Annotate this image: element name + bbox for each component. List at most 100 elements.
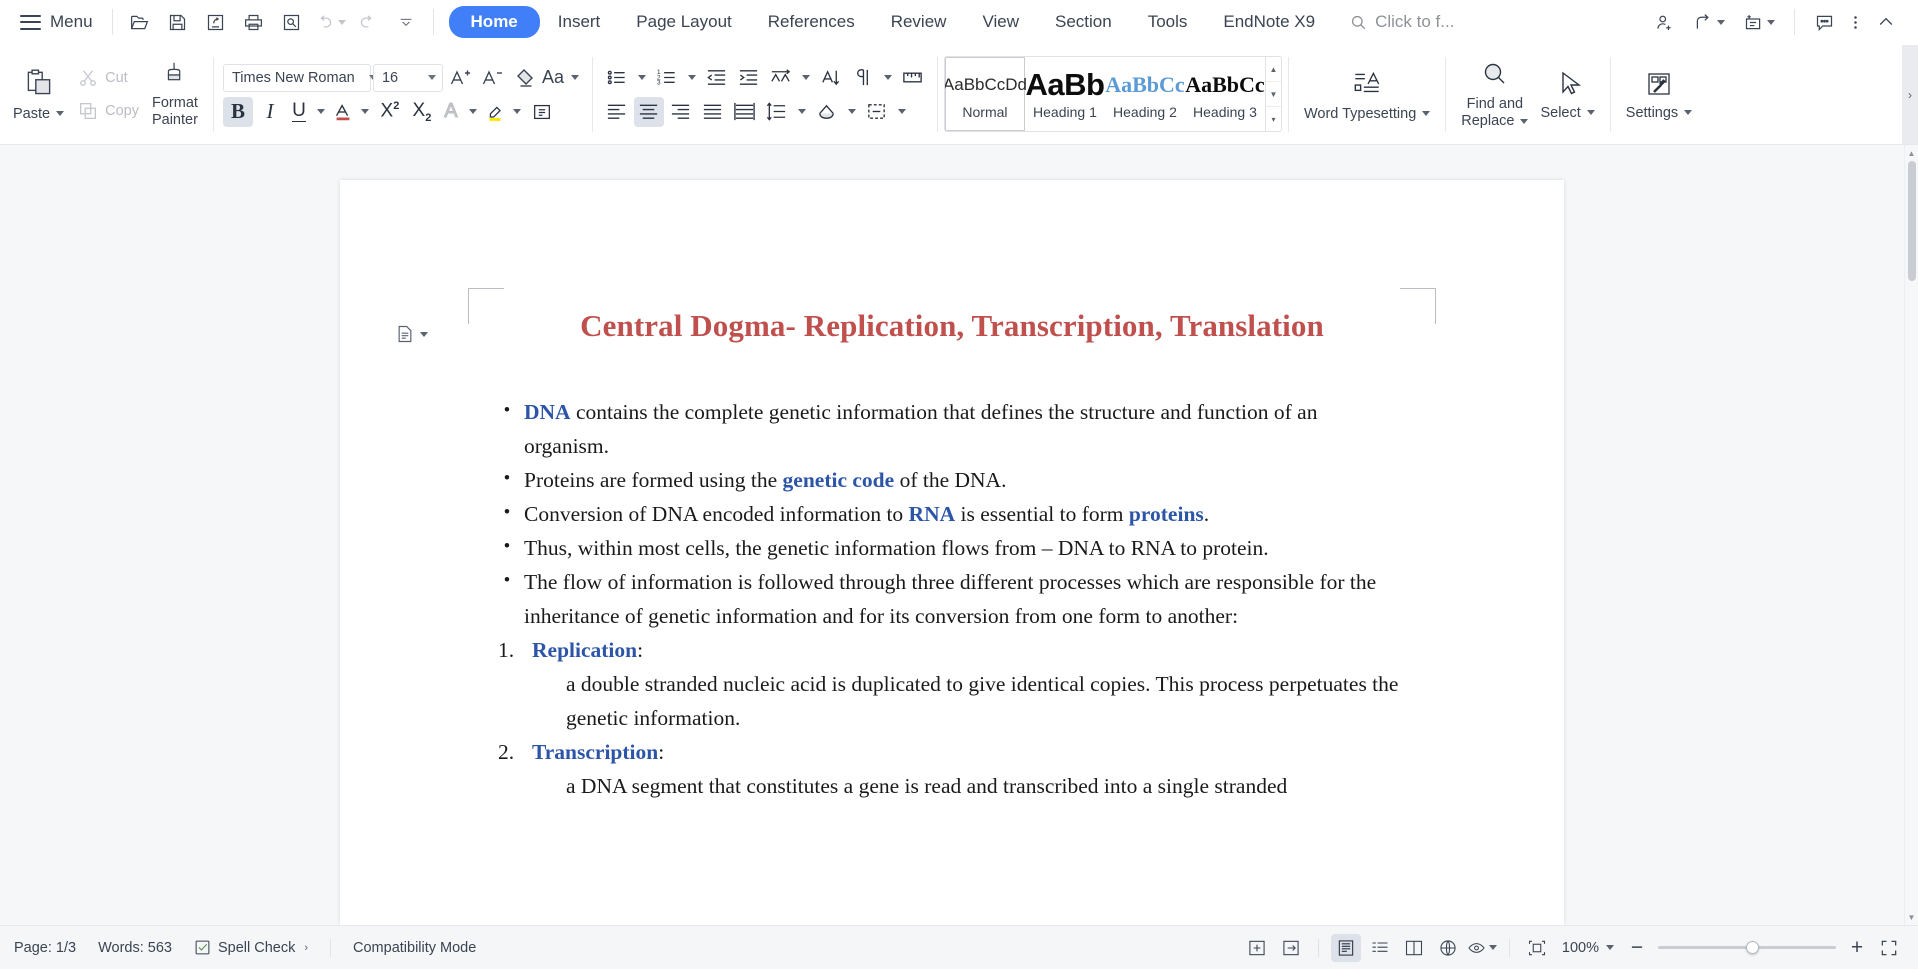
numbered-list-button[interactable]: 123	[652, 63, 700, 93]
text-effects-button[interactable]: A	[439, 97, 481, 127]
subscript-button[interactable]: X2	[407, 97, 437, 127]
paragraph[interactable]: a DNA segment that constitutes a gene is…	[490, 770, 1404, 804]
style-heading-1[interactable]: AaBb Heading 1	[1025, 57, 1105, 131]
align-left-button[interactable]	[602, 97, 632, 127]
share-user-icon[interactable]	[1646, 4, 1683, 40]
numbered-list-item[interactable]: 1. Replication:	[490, 634, 1404, 668]
scrollbar-thumb[interactable]	[1907, 161, 1916, 281]
track-changes-icon[interactable]	[1276, 934, 1306, 962]
redo-icon[interactable]	[350, 5, 386, 39]
ribbon-expand-button[interactable]: ›	[1902, 45, 1918, 144]
eye-protection-button[interactable]	[1467, 934, 1497, 962]
text-box-button[interactable]	[527, 97, 557, 127]
superscript-button[interactable]: X2	[375, 97, 405, 127]
open-folder-icon[interactable]	[122, 5, 158, 39]
highlight-button[interactable]	[483, 97, 525, 127]
fit-page-button[interactable]	[1522, 934, 1552, 962]
collapse-ribbon-icon[interactable]	[1868, 4, 1904, 40]
ruler-button[interactable]	[898, 63, 928, 93]
style-heading-3[interactable]: AaBbCc Heading 3	[1185, 57, 1265, 131]
tab-view[interactable]: View	[964, 6, 1037, 38]
numbered-list-item[interactable]: 2. Transcription:	[490, 736, 1404, 770]
print-preview-icon[interactable]	[274, 5, 310, 39]
align-center-button[interactable]	[633, 96, 664, 127]
chevron-down-icon[interactable]	[1586, 110, 1595, 116]
tab-page-layout[interactable]: Page Layout	[618, 6, 749, 38]
tab-endnote-x9[interactable]: EndNote X9	[1205, 6, 1333, 38]
scrollbar-track[interactable]	[1905, 161, 1918, 909]
distributed-alignment-button[interactable]	[766, 63, 814, 93]
tab-home[interactable]: Home	[448, 6, 540, 38]
search-input[interactable]: Click to f...	[1349, 12, 1454, 32]
save-icon[interactable]	[160, 5, 196, 39]
undo-dropdown-icon[interactable]	[337, 19, 346, 25]
grow-font-button[interactable]	[445, 63, 475, 93]
bold-button[interactable]: B	[222, 96, 253, 127]
justify-button[interactable]	[698, 97, 728, 127]
new-note-icon[interactable]	[1735, 4, 1783, 40]
styles-scroll-up-button[interactable]: ▲	[1266, 57, 1281, 81]
style-normal[interactable]: AaBbCcDd Normal	[944, 57, 1027, 131]
zoom-slider[interactable]	[1658, 934, 1836, 962]
chevron-down-icon[interactable]	[1488, 945, 1497, 950]
show-formatting-marks-button[interactable]	[848, 63, 896, 93]
find-and-replace-button[interactable]: Find and Replace	[1455, 52, 1534, 138]
document-page[interactable]: Central Dogma- Replication, Transcriptio…	[340, 180, 1564, 925]
word-typesetting-button[interactable]: Word Typesetting	[1298, 52, 1436, 138]
decrease-indent-button[interactable]	[702, 63, 732, 93]
save-as-icon[interactable]	[198, 5, 234, 39]
document-canvas[interactable]: Central Dogma- Replication, Transcriptio…	[0, 145, 1904, 925]
full-screen-button[interactable]	[1874, 934, 1904, 962]
bullet-list-item[interactable]: • Conversion of DNA encoded information t…	[490, 498, 1404, 532]
outline-view-button[interactable]	[1365, 934, 1395, 962]
borders-button[interactable]	[862, 97, 910, 127]
shrink-font-button[interactable]	[477, 63, 507, 93]
sort-button[interactable]	[816, 63, 846, 93]
comment-icon[interactable]	[1806, 4, 1843, 40]
spell-check-more-icon[interactable]: ›	[304, 942, 308, 954]
tab-section[interactable]: Section	[1037, 6, 1130, 38]
align-right-button[interactable]	[666, 97, 696, 127]
font-color-button[interactable]	[331, 97, 373, 127]
line-spacing-button[interactable]	[762, 97, 810, 127]
share-dropdown-icon[interactable]	[1717, 19, 1725, 25]
reading-layout-button[interactable]	[1399, 934, 1429, 962]
zoom-level[interactable]: 100%	[1562, 940, 1614, 956]
more-options-icon[interactable]	[1845, 4, 1866, 40]
tab-references[interactable]: References	[750, 6, 873, 38]
zoom-out-button[interactable]: −	[1624, 935, 1650, 961]
scroll-down-arrow[interactable]: ▼	[1905, 909, 1918, 925]
bullet-list-item[interactable]: • The flow of information is followed thr…	[490, 566, 1404, 634]
paragraph[interactable]: a double stranded nucleic acid is duplic…	[490, 668, 1404, 736]
style-heading-2[interactable]: AaBbCc Heading 2	[1105, 57, 1185, 131]
styles-more-button[interactable]: ▾	[1265, 106, 1281, 131]
styles-scroll-down-button[interactable]: ▼	[1265, 81, 1281, 106]
italic-button[interactable]: I	[255, 97, 285, 127]
web-layout-button[interactable]	[1433, 934, 1463, 962]
tab-tools[interactable]: Tools	[1130, 6, 1206, 38]
format-painter-button[interactable]: Format Painter	[146, 52, 204, 138]
document-layout-badge[interactable]	[395, 324, 428, 344]
bullet-list-item[interactable]: • Proteins are formed using the genetic c…	[490, 464, 1404, 498]
copy-button[interactable]: Copy	[70, 96, 146, 126]
font-size-select[interactable]: 16	[372, 63, 443, 92]
chevron-down-icon[interactable]	[1684, 110, 1693, 116]
clear-formatting-button[interactable]	[509, 63, 539, 93]
tab-insert[interactable]: Insert	[540, 6, 619, 38]
chevron-down-icon[interactable]	[420, 331, 428, 337]
note-dropdown-icon[interactable]	[1767, 19, 1775, 25]
zoom-in-button[interactable]: +	[1844, 935, 1870, 961]
insert-footnote-icon[interactable]	[1242, 934, 1272, 962]
cut-button[interactable]: Cut	[70, 63, 146, 93]
share-icon[interactable]	[1685, 4, 1733, 40]
quick-access-more-icon[interactable]	[388, 5, 424, 39]
bullet-list-item[interactable]: • DNA contains the complete genetic infor…	[490, 396, 1404, 464]
spell-check-button[interactable]: Spell Check ›	[194, 939, 308, 956]
increase-indent-button[interactable]	[734, 63, 764, 93]
document-title[interactable]: Central Dogma- Replication, Transcriptio…	[340, 308, 1564, 344]
bullet-list-button[interactable]	[602, 63, 650, 93]
chevron-down-icon[interactable]	[1422, 111, 1431, 117]
chevron-down-icon[interactable]	[1520, 118, 1529, 124]
underline-button[interactable]: U	[287, 97, 329, 127]
zoom-slider-thumb[interactable]	[1746, 941, 1759, 954]
